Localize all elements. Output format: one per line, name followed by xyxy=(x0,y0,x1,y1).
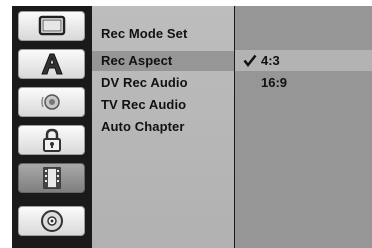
disc-icon xyxy=(40,210,63,232)
menu-item-dv-rec-audio[interactable]: DV Rec Audio xyxy=(92,73,234,93)
menu-item-tv-rec-audio[interactable]: TV Rec Audio xyxy=(92,95,234,115)
language-icon xyxy=(40,53,63,75)
settings-menu: Rec Mode Set Rec Aspect DV Rec Audio TV … xyxy=(92,6,234,248)
recording-icon xyxy=(42,167,61,189)
audio-category-tab[interactable] xyxy=(18,87,85,117)
language-category-tab[interactable] xyxy=(18,49,85,79)
checkmark-icon xyxy=(243,54,257,68)
options-panel: 4:3 16:9 xyxy=(235,6,372,248)
recording-category-tab[interactable] xyxy=(18,163,85,193)
disc-category-tab[interactable] xyxy=(18,206,85,236)
display-category-tab[interactable] xyxy=(18,11,85,41)
lock-icon xyxy=(42,128,61,152)
option-4-3[interactable]: 4:3 xyxy=(235,50,372,71)
option-label: 4:3 xyxy=(261,53,280,68)
display-icon xyxy=(38,15,65,36)
lock-category-tab[interactable] xyxy=(18,125,85,155)
menu-item-rec-mode-set[interactable]: Rec Mode Set xyxy=(92,24,234,44)
menu-item-auto-chapter[interactable]: Auto Chapter xyxy=(92,117,234,137)
option-16-9[interactable]: 16:9 xyxy=(235,72,372,93)
menu-item-rec-aspect[interactable]: Rec Aspect xyxy=(92,51,234,71)
audio-icon xyxy=(40,94,60,110)
osd-setup-menu: Rec Mode Set Rec Aspect DV Rec Audio TV … xyxy=(12,6,372,248)
option-label: 16:9 xyxy=(261,75,288,90)
category-icon-column xyxy=(12,6,92,248)
